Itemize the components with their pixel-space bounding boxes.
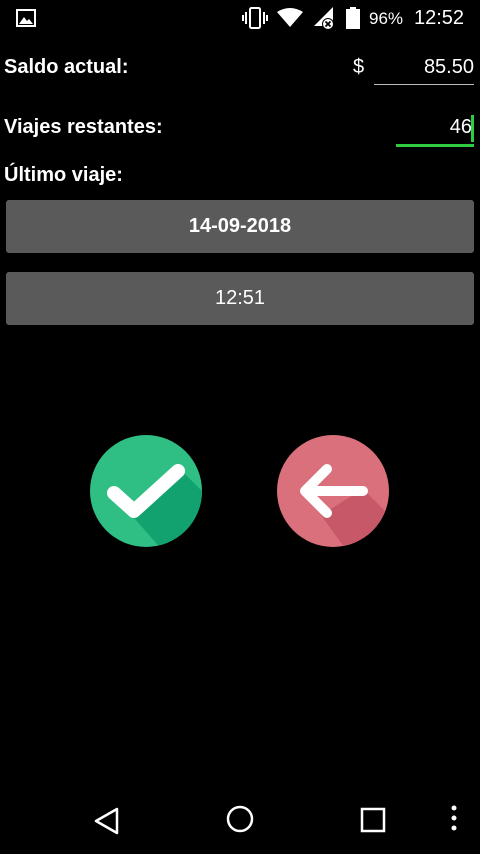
vibrate-icon (242, 7, 268, 29)
time-button[interactable]: 12:51 (6, 272, 474, 325)
battery-icon (346, 7, 360, 29)
wifi-icon (277, 8, 303, 27)
nav-home-icon[interactable] (225, 804, 255, 834)
back-button[interactable] (277, 435, 389, 547)
currency-symbol: $ (353, 56, 365, 78)
nav-recents-icon[interactable] (360, 807, 386, 833)
signal-icon (314, 7, 334, 30)
battery-percent: 96% (369, 9, 404, 28)
text-cursor (471, 115, 474, 142)
overflow-menu-icon[interactable] (449, 804, 459, 834)
ultimo-viaje-label: Último viaje: (4, 164, 123, 186)
viajes-input[interactable]: 46 (396, 112, 474, 147)
screen: 96% 12:52 Saldo actual: $ 85.50 Viajes r… (0, 0, 480, 854)
gallery-icon (16, 9, 36, 27)
viajes-value: 46 (449, 116, 472, 138)
confirm-button[interactable] (90, 435, 202, 547)
nav-back-icon[interactable] (93, 806, 121, 836)
viajes-label: Viajes restantes: (4, 116, 163, 138)
navigation-bar (0, 784, 480, 854)
status-bar: 96% 12:52 (0, 0, 480, 36)
saldo-field[interactable]: 85.50 (374, 52, 474, 85)
saldo-label: Saldo actual: (4, 56, 129, 78)
date-button[interactable]: 14-09-2018 (6, 200, 474, 253)
status-clock: 12:52 (414, 7, 465, 29)
